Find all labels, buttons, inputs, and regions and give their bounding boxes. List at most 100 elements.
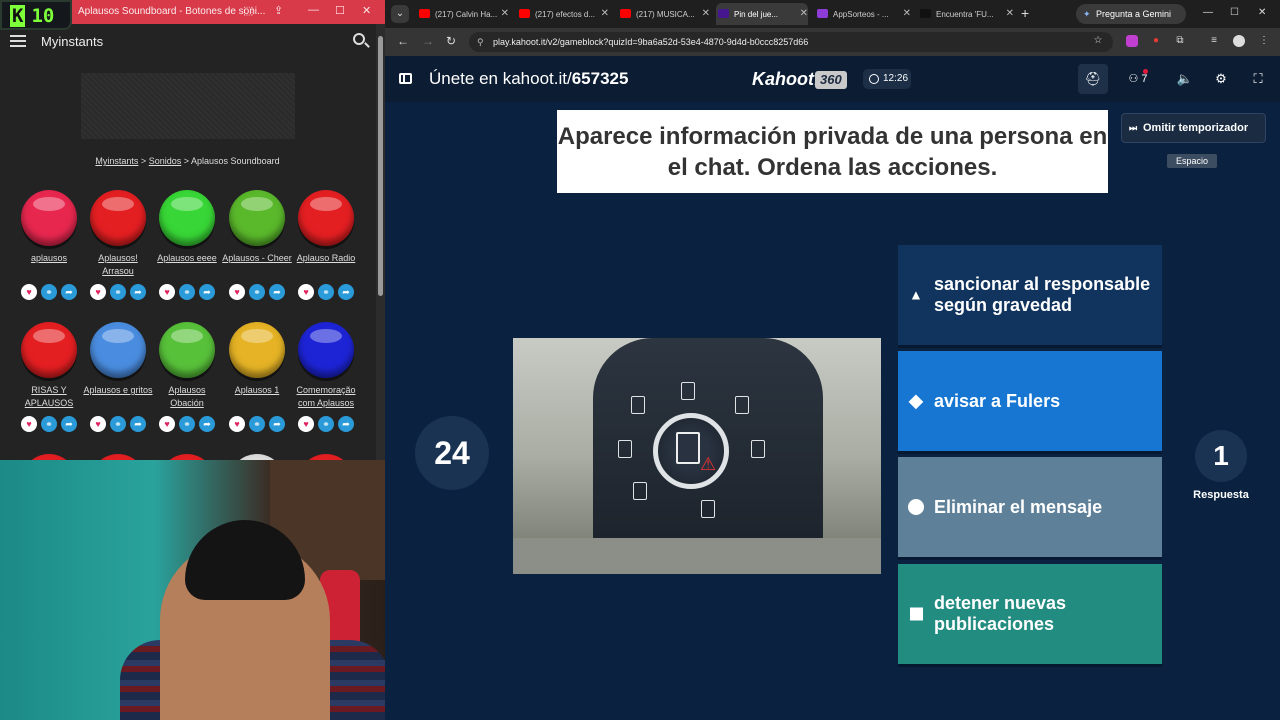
share-icon[interactable]: ➦ xyxy=(199,416,215,432)
favorite-heart-icon[interactable]: ♥ xyxy=(229,284,245,300)
share-icon[interactable]: ➦ xyxy=(61,284,77,300)
volume-icon[interactable]: 🔈 xyxy=(1173,64,1197,94)
sound-play-button[interactable] xyxy=(159,322,215,378)
share-icon[interactable]: ➦ xyxy=(199,284,215,300)
favorite-heart-icon[interactable]: ♥ xyxy=(159,284,175,300)
copy-link-icon[interactable]: ⚭ xyxy=(179,284,195,300)
extension-icon[interactable] xyxy=(1126,35,1138,47)
extensions-puzzle-icon[interactable]: ⧉ xyxy=(1174,35,1186,47)
sound-label-link[interactable]: Aplausos Obación xyxy=(152,384,222,410)
copy-link-icon[interactable]: ⚭ xyxy=(41,284,57,300)
bookmark-star-icon[interactable]: ☆ xyxy=(1092,35,1104,47)
browser-tab[interactable]: Encuentra 'FU... ✕ xyxy=(918,3,1014,25)
hamburger-menu-icon[interactable] xyxy=(10,35,26,47)
browser-tab[interactable]: (217) MUSICA... ✕ xyxy=(618,3,710,25)
close-icon[interactable]: ✕ xyxy=(1258,7,1266,18)
extension-icon[interactable]: ● xyxy=(1150,35,1162,47)
share-icon[interactable]: ➦ xyxy=(130,284,146,300)
copy-link-icon[interactable]: ⚭ xyxy=(249,416,265,432)
profile-avatar-icon[interactable] xyxy=(1233,35,1245,47)
reading-list-icon[interactable]: ≡ xyxy=(1208,35,1220,47)
copy-link-icon[interactable]: ⚭ xyxy=(318,284,334,300)
breadcrumb-sounds-link[interactable]: Sonidos xyxy=(149,156,182,166)
close-tab-icon[interactable]: ✕ xyxy=(501,8,509,19)
sidebar-toggle-icon[interactable] xyxy=(399,73,412,84)
extensions-icon[interactable]: ⬚ xyxy=(243,4,253,17)
copy-link-icon[interactable]: ⚭ xyxy=(249,284,265,300)
reload-icon[interactable]: ↻ xyxy=(446,34,456,48)
copy-link-icon[interactable]: ⚭ xyxy=(179,416,195,432)
sound-label-link[interactable]: Aplausos eeee xyxy=(152,252,222,278)
sound-label-link[interactable]: aplausos xyxy=(14,252,84,278)
address-bar[interactable]: ⚲ play.kahoot.it/v2/gameblock?quizId=9ba… xyxy=(469,32,1113,52)
browser-tab[interactable]: AppSorteos - ... ✕ xyxy=(815,3,911,25)
share-icon[interactable]: ➦ xyxy=(269,284,285,300)
tab-search-icon[interactable]: ⌄ xyxy=(391,5,409,23)
browser-tab[interactable]: (217) Calvin Ha... ✕ xyxy=(417,3,509,25)
sound-play-button[interactable] xyxy=(90,322,146,378)
close-tab-icon[interactable]: ✕ xyxy=(800,8,808,19)
sound-play-button[interactable] xyxy=(90,190,146,246)
copy-link-icon[interactable]: ⚭ xyxy=(318,416,334,432)
close-tab-icon[interactable]: ✕ xyxy=(702,8,710,19)
scrollbar-thumb[interactable] xyxy=(378,36,383,296)
answer-option-2[interactable]: ◆ avisar a Fulers xyxy=(898,351,1162,451)
back-icon[interactable]: ← xyxy=(397,34,409,48)
sound-label-link[interactable]: Aplausos - Cheer xyxy=(222,252,292,278)
favorite-heart-icon[interactable]: ♥ xyxy=(298,416,314,432)
breadcrumb-home-link[interactable]: Myinstants xyxy=(95,156,138,166)
left-scrollbar[interactable] xyxy=(376,24,385,464)
copy-link-icon[interactable]: ⚭ xyxy=(110,416,126,432)
maximize-icon[interactable]: ☐ xyxy=(335,4,345,17)
close-tab-icon[interactable]: ✕ xyxy=(601,8,609,19)
players-button[interactable]: ⚇ 7 xyxy=(1118,64,1158,94)
sound-label-link[interactable]: RISAS Y APLAUSOS xyxy=(14,384,84,410)
skip-timer-button[interactable]: Omitir temporizador xyxy=(1121,113,1266,143)
close-icon[interactable]: ✕ xyxy=(362,4,371,17)
sound-play-button[interactable] xyxy=(229,190,285,246)
answer-option-3[interactable]: Eliminar el mensaje xyxy=(898,457,1162,557)
browser-tab[interactable]: Pin del jue... ✕ xyxy=(716,3,808,25)
sound-label-link[interactable]: Aplausos e gritos xyxy=(83,384,153,410)
sound-play-button[interactable] xyxy=(21,322,77,378)
favorite-heart-icon[interactable]: ♥ xyxy=(298,284,314,300)
copy-link-icon[interactable]: ⚭ xyxy=(41,416,57,432)
sound-label-link[interactable]: Aplausos 1 xyxy=(222,384,292,410)
answer-option-4[interactable]: detener nuevas publicaciones xyxy=(898,564,1162,664)
myinstants-title[interactable]: Myinstants xyxy=(41,34,103,49)
sound-label-link[interactable]: Aplausos! Arrasou xyxy=(83,252,153,278)
share-icon[interactable]: ➦ xyxy=(269,416,285,432)
share-icon[interactable]: ➦ xyxy=(130,416,146,432)
favorite-heart-icon[interactable]: ♥ xyxy=(21,416,37,432)
browser-tab[interactable]: (217) efectos d... ✕ xyxy=(517,3,609,25)
share-icon[interactable]: ➦ xyxy=(61,416,77,432)
site-info-icon[interactable]: ⚲ xyxy=(477,32,484,52)
share-icon[interactable]: ➦ xyxy=(338,284,354,300)
favorite-heart-icon[interactable]: ♥ xyxy=(159,416,175,432)
share-icon[interactable]: ⇪ xyxy=(274,4,283,17)
sound-play-button[interactable] xyxy=(298,322,354,378)
settings-gear-icon[interactable]: ⚙ xyxy=(1209,64,1233,94)
forward-icon[interactable]: → xyxy=(422,34,434,48)
copy-link-icon[interactable]: ⚭ xyxy=(110,284,126,300)
sound-label-link[interactable]: Aplauso Radio xyxy=(291,252,361,278)
close-tab-icon[interactable]: ✕ xyxy=(1006,8,1014,19)
favorite-heart-icon[interactable]: ♥ xyxy=(229,416,245,432)
bot-helmet-icon[interactable]: ⛑ xyxy=(1078,64,1108,94)
favorite-heart-icon[interactable]: ♥ xyxy=(90,284,106,300)
minimize-icon[interactable]: — xyxy=(1203,7,1213,18)
favorite-heart-icon[interactable]: ♥ xyxy=(21,284,37,300)
close-tab-icon[interactable]: ✕ xyxy=(903,8,911,19)
sound-label-link[interactable]: Comemoração com Aplausos xyxy=(291,384,361,410)
sound-play-button[interactable] xyxy=(229,322,285,378)
gemini-button[interactable]: Pregunta a Gemini xyxy=(1076,4,1186,24)
sound-play-button[interactable] xyxy=(298,190,354,246)
new-tab-icon[interactable]: + xyxy=(1021,5,1029,21)
search-icon[interactable] xyxy=(353,33,365,45)
favorite-heart-icon[interactable]: ♥ xyxy=(90,416,106,432)
sound-play-button[interactable] xyxy=(21,190,77,246)
maximize-icon[interactable]: ☐ xyxy=(1230,7,1239,18)
minimize-icon[interactable]: — xyxy=(308,4,319,16)
answer-option-1[interactable]: ▲ sancionar al responsable según gravedad xyxy=(898,245,1162,345)
sound-play-button[interactable] xyxy=(159,190,215,246)
